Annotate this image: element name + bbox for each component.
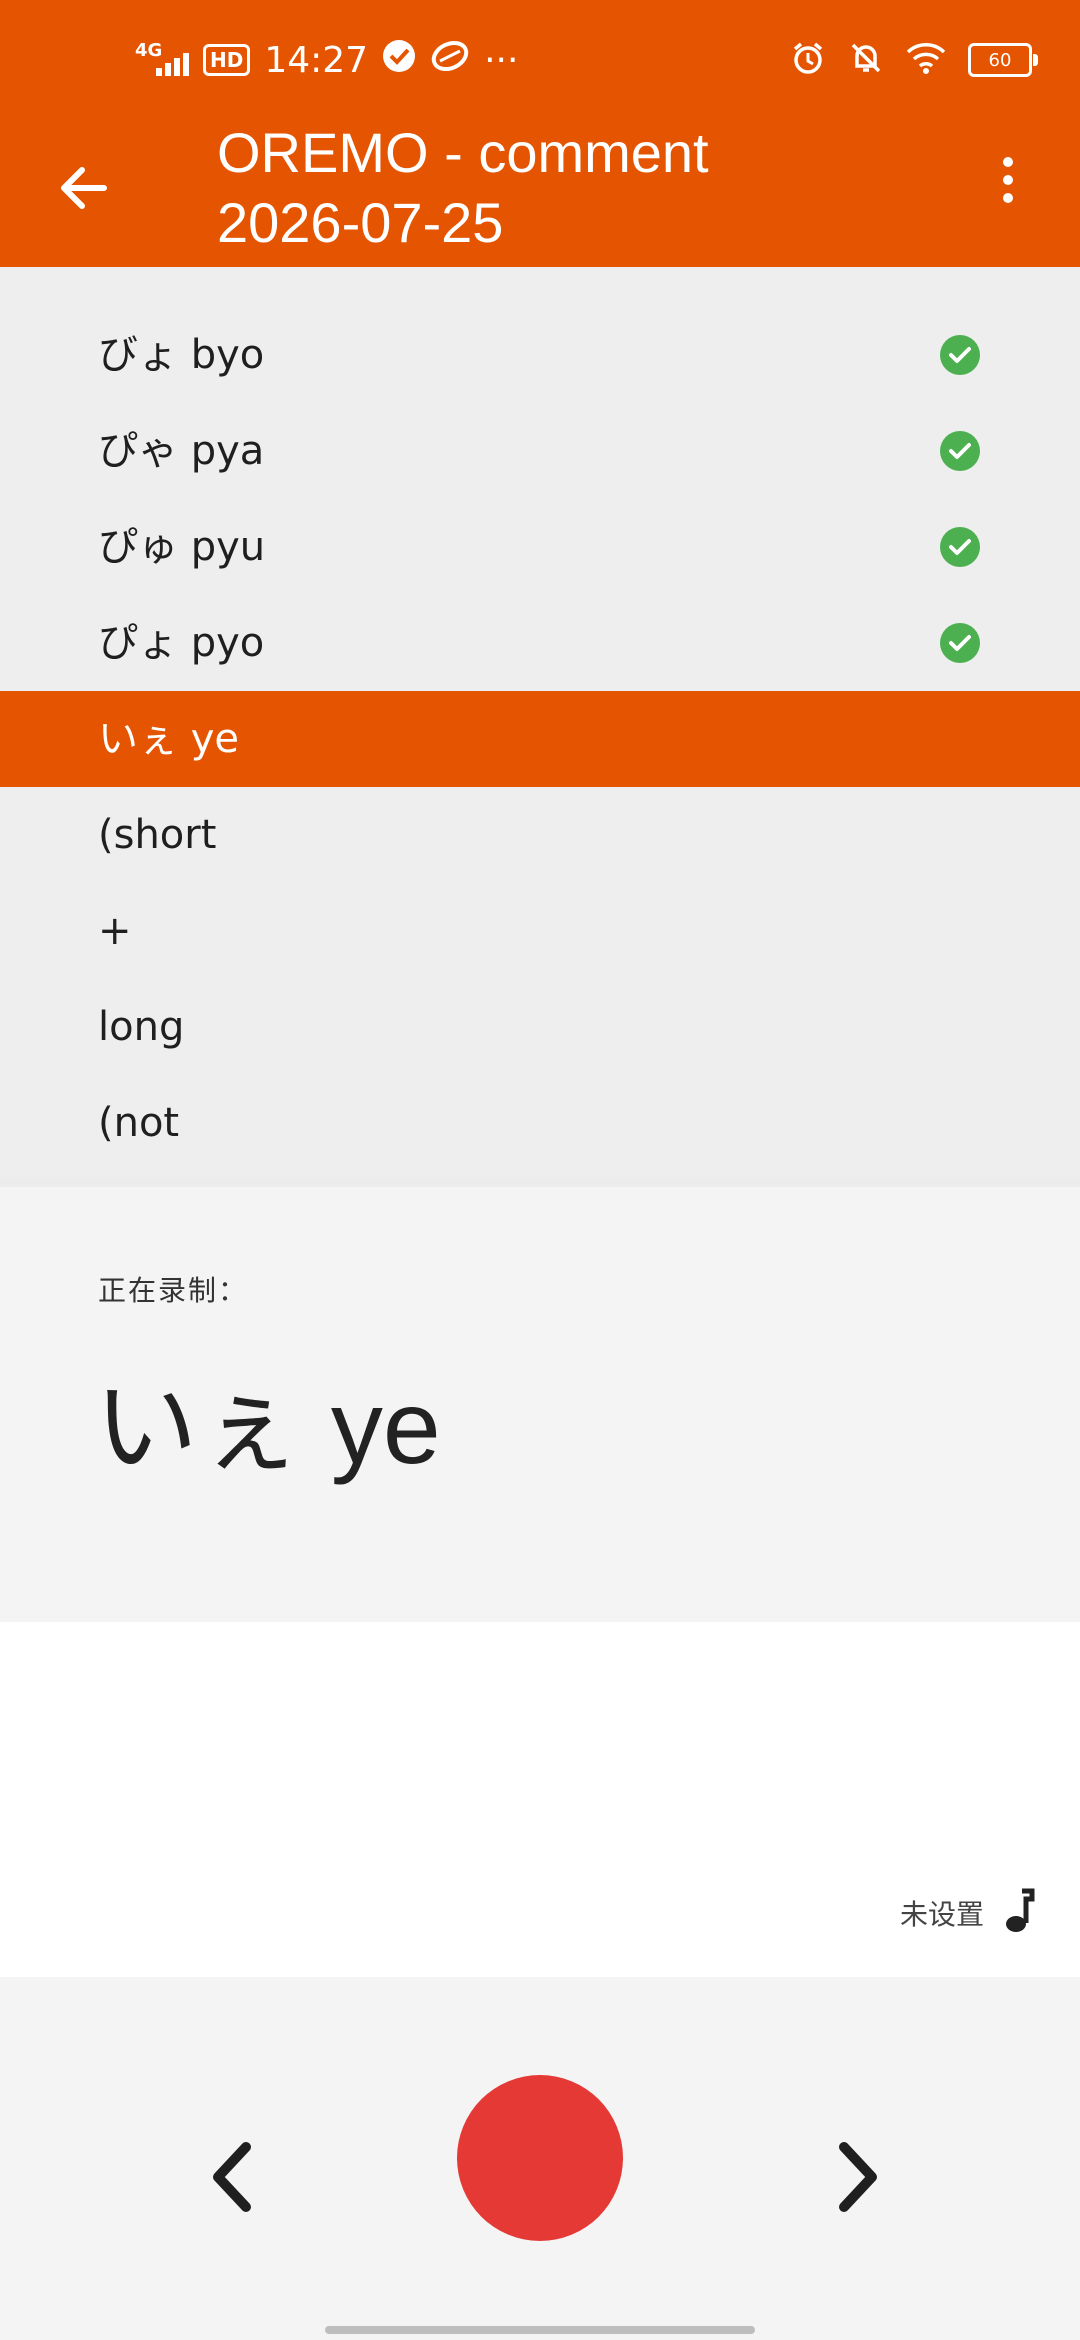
recording-caption: 正在录制： <box>98 1274 249 1307</box>
chevron-left-icon <box>190 2142 270 2231</box>
syllable-list[interactable]: びょ byo ぴゃ pya ぴゅ pyu ぴょ pyo いぇ ye (short… <box>0 267 1080 1177</box>
overflow-menu-button[interactable] <box>988 150 1028 210</box>
list-item[interactable]: (not <box>0 1075 1080 1171</box>
signal-icon: 4G <box>135 40 189 80</box>
list-item[interactable]: long <box>0 979 1080 1075</box>
check-circle-icon <box>940 527 980 567</box>
next-button[interactable] <box>820 2127 900 2227</box>
list-item-label: びょ byo <box>98 332 265 378</box>
recording-panel: 正在录制： いぇ ye <box>0 1177 1080 1622</box>
current-syllable: いぇ ye <box>94 1370 441 1486</box>
record-button[interactable] <box>457 2075 623 2241</box>
tone-setting[interactable]: 未设置 <box>900 1887 1038 1939</box>
arrow-left-icon <box>56 160 112 220</box>
status-bar: 4G HD 14:27 ··· 60 <box>0 0 1080 120</box>
list-item[interactable]: ぴょ pyo <box>0 595 1080 691</box>
list-item[interactable]: (short <box>0 787 1080 883</box>
chevron-right-icon <box>820 2142 900 2231</box>
check-circle-icon <box>940 623 980 663</box>
bottom-controls <box>0 1977 1080 2340</box>
waveform-area: 未设置 <box>0 1622 1080 1977</box>
battery-icon: 60 <box>968 43 1038 77</box>
page-title: OREMO - comment 2026-07-25 <box>217 121 709 254</box>
mute-icon <box>848 40 884 80</box>
tone-label: 未设置 <box>899 1898 984 1931</box>
music-note-icon[interactable] <box>1002 1887 1038 1939</box>
list-item[interactable]: びょ byo <box>0 307 1080 403</box>
home-indicator[interactable] <box>325 2326 755 2334</box>
list-item-label: (not <box>98 1100 180 1146</box>
list-item-label: ぴゅ pyu <box>98 524 266 570</box>
top-app-bar: 4G HD 14:27 ··· 60 OREMO - comment 2026-… <box>0 0 1080 267</box>
list-item-label: ぴょ pyo <box>98 620 265 666</box>
list-item-selected[interactable]: いぇ ye <box>0 691 1080 787</box>
alarm-icon <box>790 40 826 80</box>
back-button[interactable] <box>44 150 124 230</box>
list-item-label: いぇ ye <box>98 716 239 762</box>
list-item[interactable] <box>0 267 1080 307</box>
app-notification-icon <box>430 39 470 82</box>
verified-icon <box>382 39 416 82</box>
check-circle-icon <box>940 431 980 471</box>
more-notifications-icon: ··· <box>484 39 519 81</box>
list-item-label: ぴゃ pya <box>98 428 265 474</box>
list-item-label: (short <box>98 812 217 858</box>
list-item[interactable]: + <box>0 883 1080 979</box>
check-circle-icon <box>940 335 980 375</box>
list-item-label: + <box>98 908 132 954</box>
wifi-icon <box>906 42 946 78</box>
previous-button[interactable] <box>190 2127 270 2227</box>
status-time: 14:27 <box>264 39 369 81</box>
list-item[interactable]: ぴゅ pyu <box>0 499 1080 595</box>
more-vert-icon <box>1003 157 1013 203</box>
hd-badge: HD <box>203 44 251 76</box>
list-item[interactable]: ぴゃ pya <box>0 403 1080 499</box>
list-item-label: long <box>98 1004 185 1050</box>
